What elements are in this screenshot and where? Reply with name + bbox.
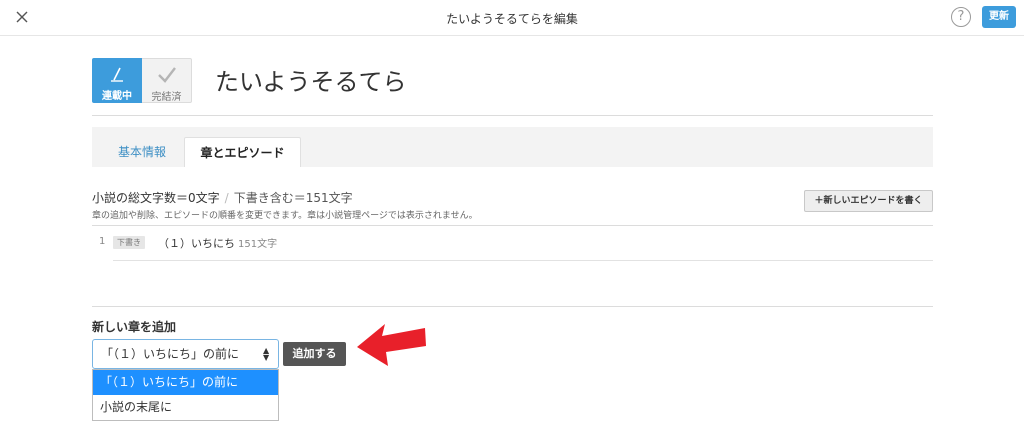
episode-char-count: 151文字 (238, 239, 278, 250)
add-chapter-button[interactable]: 追加する (283, 342, 346, 366)
pencil-icon (92, 64, 142, 84)
complete-button[interactable]: 完結済 (142, 58, 192, 103)
character-stats: 小説の総文字数＝0文字 / 下書き含む＝151文字 (92, 189, 353, 206)
novel-title: たいようそるてら (215, 68, 407, 96)
chapter-position-select[interactable]: 「（１）いちにち」の前に (92, 339, 279, 369)
episode-title-text: （１）いちにち (158, 237, 235, 250)
help-icon[interactable]: ? (951, 7, 971, 27)
update-button[interactable]: 更新 (982, 6, 1016, 28)
ongoing-label: 連載中 (102, 91, 132, 102)
divider (92, 115, 933, 116)
divider (92, 225, 933, 226)
tab-basic-info[interactable]: 基本情報 (102, 137, 182, 167)
red-arrow-icon (355, 316, 427, 368)
new-episode-button[interactable]: ＋新しいエピソードを書く (804, 190, 933, 212)
help-note: 章の追加や削除、エピソードの順番を変更できます。章は小説管理ページでは表示されま… (92, 211, 478, 221)
status-toggle: 連載中 完結済 (92, 58, 192, 103)
page-title: たいようそるてらを編集 (446, 12, 578, 26)
dropdown-option-before-episode[interactable]: 「（１）いちにち」の前に (93, 370, 278, 395)
episode-number: 1 (99, 236, 106, 247)
total-char-count: 小説の総文字数＝0文字 (92, 191, 220, 205)
select-arrows-icon: ▲ ▼ (263, 346, 270, 362)
divider (113, 260, 933, 261)
draft-badge: 下書き (113, 236, 145, 249)
checkmark-icon (142, 65, 191, 85)
stats-separator: / (224, 191, 229, 205)
top-bar: たいようそるてらを編集 ? 更新 (0, 0, 1024, 36)
divider (92, 306, 933, 307)
episode-title[interactable]: （１）いちにち 151文字 (158, 235, 277, 251)
complete-label: 完結済 (151, 92, 182, 103)
episode-row[interactable]: 1 下書き （１）いちにち 151文字 (92, 231, 933, 261)
add-chapter-heading: 新しい章を追加 (92, 320, 177, 334)
ongoing-button[interactable]: 連載中 (92, 58, 142, 103)
dropdown-option-end-of-novel[interactable]: 小説の末尾に (93, 395, 278, 420)
tab-bar: 基本情報 章とエピソード (92, 127, 933, 167)
draft-char-count: 下書き含む＝151文字 (233, 191, 353, 205)
chapter-position-dropdown: 「（１）いちにち」の前に 小説の末尾に (92, 369, 279, 421)
tab-chapters-episodes[interactable]: 章とエピソード (184, 137, 301, 167)
